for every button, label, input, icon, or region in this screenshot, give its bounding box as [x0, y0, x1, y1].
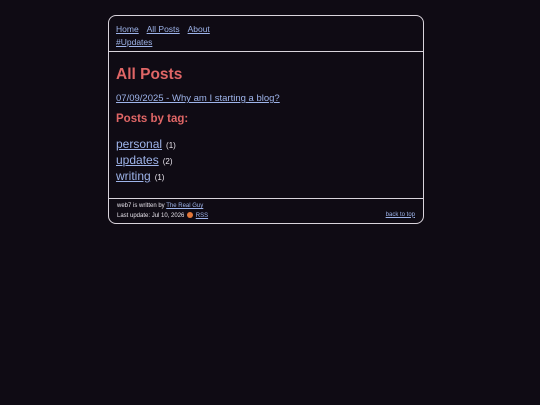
tag-list: personal (1) updates (2) writing (1): [116, 136, 176, 184]
header-divider: [109, 51, 423, 52]
tag-item: updates (2): [116, 152, 176, 168]
tag-item: writing (1): [116, 168, 176, 184]
footer-divider: [109, 198, 423, 199]
back-to-top-link[interactable]: back to top: [386, 212, 415, 218]
tags-heading: Posts by tag:: [116, 113, 189, 125]
tag-count: (1): [166, 141, 176, 150]
footer-written-by: web7 is written by: [117, 203, 165, 209]
post-link[interactable]: 07/09/2025 - Why am I starting a blog?: [116, 93, 280, 104]
page-card: Home All Posts About #Updates All Posts …: [108, 15, 424, 224]
nav-link-home[interactable]: Home: [116, 24, 139, 34]
nav-link-about[interactable]: About: [188, 24, 210, 34]
footer-update: Last update: Jul 10, 2026 RSS: [117, 211, 208, 222]
tag-link-personal[interactable]: personal: [116, 137, 162, 151]
tag-count: (2): [162, 157, 173, 166]
last-update-text: Last update: Jul 10, 2026: [117, 212, 185, 219]
page-title: All Posts: [116, 66, 183, 83]
tag-link-updates[interactable]: updates: [116, 153, 159, 167]
site-footer: web7 is written by The Real Guy Last upd…: [117, 202, 208, 221]
site-nav: Home All Posts About #Updates: [116, 23, 406, 48]
author-link[interactable]: The Real Guy: [166, 203, 203, 209]
rss-icon: [187, 211, 194, 218]
footer-credit: web7 is written by The Real Guy: [117, 202, 208, 212]
tag-link-writing[interactable]: writing: [116, 169, 151, 183]
tag-item: personal (1): [116, 136, 176, 152]
nav-link-updates[interactable]: #Updates: [116, 37, 152, 47]
nav-link-all-posts[interactable]: All Posts: [147, 24, 180, 34]
tag-count: (1): [154, 173, 165, 182]
rss-link[interactable]: RSS: [196, 213, 208, 219]
